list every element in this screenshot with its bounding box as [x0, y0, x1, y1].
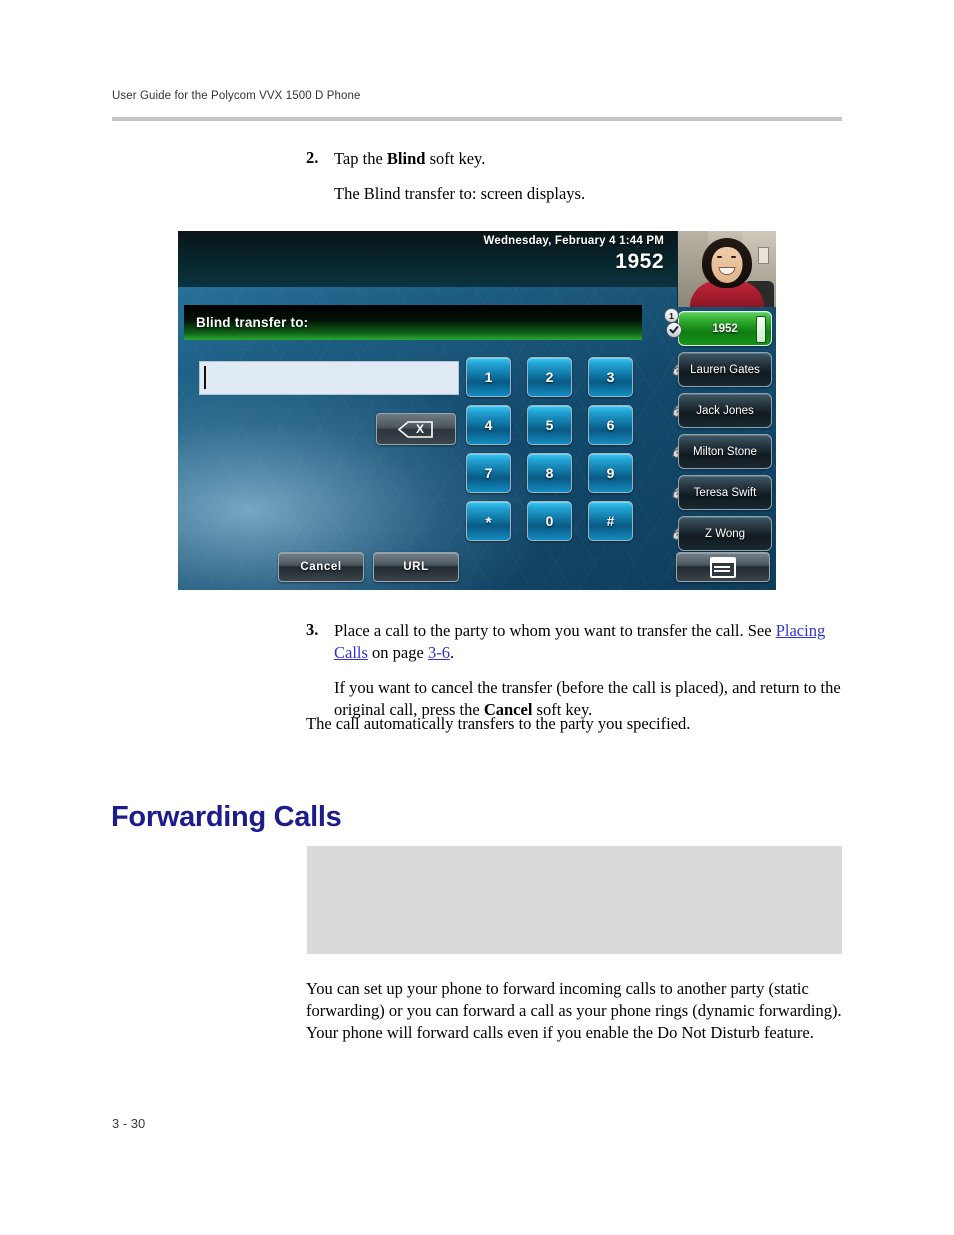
step-3: 3. Place a call to the party to whom you…	[306, 620, 846, 721]
dial-key-1[interactable]: 1	[466, 357, 511, 397]
dial-key-6[interactable]: 6	[588, 405, 633, 445]
step-2-line-1-suffix: soft key.	[425, 149, 486, 168]
step-3-line-1-mid: on page	[367, 642, 428, 662]
link-page-3-6[interactable]: 3-6	[428, 643, 450, 662]
dial-key-5[interactable]: 5	[527, 405, 572, 445]
softkey-menu[interactable]	[676, 552, 770, 582]
header-divider	[112, 117, 842, 121]
call-connected-check-icon	[666, 322, 682, 338]
line-key-teresa-swift[interactable]: Teresa Swift	[678, 475, 772, 510]
step-3-line-1: Place a call to the party to whom you wa…	[334, 620, 846, 664]
line-key-row-4: Milton Stone	[664, 431, 772, 472]
line-key-1952[interactable]: 1952	[678, 311, 772, 346]
dial-key-pound[interactable]: #	[588, 501, 633, 541]
backspace-icon: X	[398, 420, 434, 438]
dial-key-7[interactable]: 7	[466, 453, 511, 493]
line-key-list: 1 1952 Lauren Gates Jack Jones Milton St…	[664, 308, 772, 554]
video-thumbnail[interactable]	[677, 231, 776, 307]
line-key-row-5: Teresa Swift	[664, 472, 772, 513]
dial-key-8[interactable]: 8	[527, 453, 572, 493]
line-key-lauren-gates[interactable]: Lauren Gates	[678, 352, 772, 387]
step-3-number: 3.	[306, 620, 319, 639]
line-key-jack-jones[interactable]: Jack Jones	[678, 393, 772, 428]
dial-key-4[interactable]: 4	[466, 405, 511, 445]
backspace-label: X	[415, 422, 424, 436]
menu-window-icon	[710, 556, 736, 578]
dial-key-3[interactable]: 3	[588, 357, 633, 397]
step-2-line-1-prefix: Tap the	[334, 149, 387, 168]
line-key-indicator-bar	[756, 316, 766, 343]
line-key-1952-label: 1952	[712, 322, 738, 335]
page-header: User Guide for the Polycom VVX 1500 D Ph…	[112, 90, 842, 102]
softkey-cancel[interactable]: Cancel	[278, 552, 364, 582]
line-key-milton-stone-label: Milton Stone	[693, 445, 757, 458]
blind-transfer-title-bar: Blind transfer to:	[184, 305, 642, 340]
line-key-row-3: Jack Jones	[664, 390, 772, 431]
step-2-body: Tap the Blind soft key. The Blind transf…	[334, 148, 585, 205]
step-2: 2. Tap the Blind soft key. The Blind tra…	[306, 148, 846, 205]
step-2-number: 2.	[306, 148, 319, 167]
video-person-eye-left	[717, 256, 722, 258]
line-key-milton-stone[interactable]: Milton Stone	[678, 434, 772, 469]
line-key-row-2: Lauren Gates	[664, 349, 772, 390]
video-person-eye-right	[731, 256, 736, 258]
backspace-button[interactable]: X	[376, 413, 456, 445]
step-3-line-1-prefix: Place a call to the party to whom you wa…	[334, 621, 776, 640]
page-header-title: User Guide for the Polycom VVX 1500 D Ph…	[112, 90, 361, 102]
line-key-z-wong-label: Z Wong	[704, 527, 746, 540]
line-key-row-1: 1 1952	[664, 308, 772, 349]
status-extension: 1952	[615, 250, 664, 273]
step-2-line-2: The Blind transfer to: screen displays.	[334, 183, 586, 203]
line-number-badge: 1	[664, 308, 679, 323]
line-key-jack-jones-label: Jack Jones	[696, 404, 754, 417]
forwarding-calls-body-text: You can set up your phone to forward inc…	[306, 979, 842, 1042]
note-placeholder-block	[307, 846, 842, 954]
status-date-time: Wednesday, February 4 1:44 PM	[483, 235, 664, 247]
video-wall-panel	[758, 247, 769, 264]
video-person-face	[711, 247, 743, 283]
transfer-number-input[interactable]	[199, 361, 459, 395]
dial-key-star[interactable]: *	[466, 501, 511, 541]
section-heading-forwarding-calls: Forwarding Calls	[111, 801, 342, 834]
dialpad: 1 2 3 4 5 6 7 8 9 * 0 #	[466, 357, 633, 541]
step-3-body: Place a call to the party to whom you wa…	[334, 620, 846, 721]
text-caret	[204, 366, 206, 389]
line-key-row-6: Z Wong	[664, 513, 772, 554]
line-key-lauren-gates-label: Lauren Gates	[690, 363, 760, 376]
step-2-line-1-bold: Blind	[386, 149, 426, 168]
softkey-url[interactable]: URL	[373, 552, 459, 582]
dial-key-9[interactable]: 9	[588, 453, 633, 493]
step-3-result-text: The call automatically transfers to the …	[306, 714, 691, 733]
step-3-line-1-suffix: .	[449, 642, 455, 662]
line-key-z-wong[interactable]: Z Wong	[678, 516, 772, 551]
page-number: 3 - 30	[112, 1116, 146, 1131]
phone-screenshot: Wednesday, February 4 1:44 PM 1952 Blind…	[178, 231, 776, 590]
line-key-teresa-swift-label: Teresa Swift	[693, 486, 757, 499]
step-2-line-1: Tap the Blind soft key.	[334, 148, 585, 170]
dial-key-0[interactable]: 0	[527, 501, 572, 541]
blind-transfer-title-label: Blind transfer to:	[196, 315, 309, 330]
dial-key-2[interactable]: 2	[527, 357, 572, 397]
